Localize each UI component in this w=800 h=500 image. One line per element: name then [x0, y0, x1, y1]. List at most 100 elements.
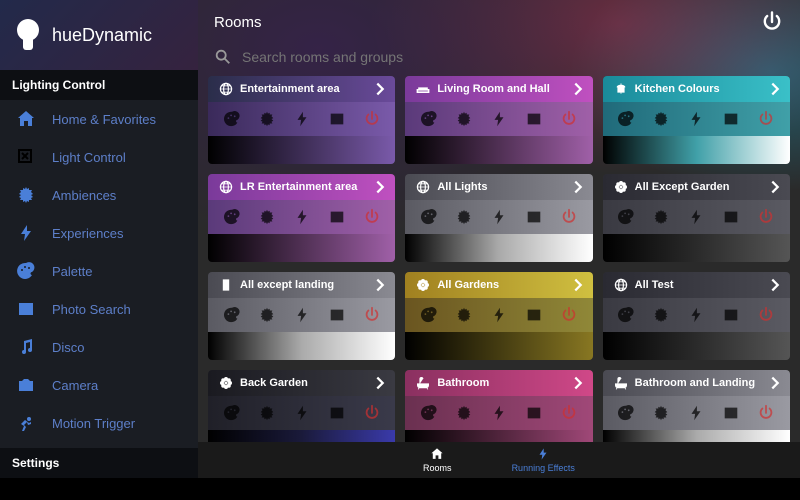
room-header[interactable]: All Test	[603, 272, 790, 298]
recent-button[interactable]	[518, 481, 534, 497]
room-header[interactable]: Back Garden	[208, 370, 395, 396]
power-icon[interactable]	[757, 110, 775, 128]
nav-item-music[interactable]: Disco	[0, 328, 198, 366]
brightness-slider[interactable]	[405, 234, 592, 262]
nav-item-image[interactable]: Photo Search	[0, 290, 198, 328]
brightness-slider[interactable]	[405, 430, 592, 442]
gear-icon[interactable]	[258, 110, 276, 128]
gear-icon[interactable]	[258, 208, 276, 226]
bolt-icon[interactable]	[293, 404, 311, 422]
room-header[interactable]: All Except Garden	[603, 174, 790, 200]
palette-icon[interactable]	[223, 306, 241, 324]
room-header[interactable]: LR Entertainment area	[208, 174, 395, 200]
palette-icon[interactable]	[420, 404, 438, 422]
bolt-icon[interactable]	[687, 208, 705, 226]
room-header[interactable]: All Gardens	[405, 272, 592, 298]
brightness-slider[interactable]	[405, 136, 592, 164]
gear-icon[interactable]	[652, 208, 670, 226]
room-header[interactable]: All Lights	[405, 174, 592, 200]
gear-icon[interactable]	[455, 208, 473, 226]
palette-icon[interactable]	[420, 306, 438, 324]
gear-icon[interactable]	[652, 110, 670, 128]
search-input[interactable]	[242, 49, 784, 65]
brightness-slider[interactable]	[208, 136, 395, 164]
back-button[interactable]	[266, 481, 282, 497]
palette-icon[interactable]	[420, 208, 438, 226]
nav-item-camera[interactable]: Camera	[0, 366, 198, 404]
power-icon[interactable]	[363, 110, 381, 128]
image-icon[interactable]	[525, 306, 543, 324]
bolt-icon[interactable]	[490, 404, 508, 422]
brightness-slider[interactable]	[603, 136, 790, 164]
gear-icon[interactable]	[258, 306, 276, 324]
image-icon[interactable]	[328, 404, 346, 422]
room-header[interactable]: Entertainment area	[208, 76, 395, 102]
palette-icon[interactable]	[617, 208, 635, 226]
power-icon[interactable]	[560, 208, 578, 226]
image-icon[interactable]	[722, 306, 740, 324]
power-icon[interactable]	[363, 208, 381, 226]
nav-item-palette[interactable]: Palette	[0, 252, 198, 290]
search-bar[interactable]	[198, 44, 800, 76]
brightness-slider[interactable]	[208, 332, 395, 360]
power-icon[interactable]	[363, 306, 381, 324]
power-icon[interactable]	[560, 110, 578, 128]
image-icon[interactable]	[525, 110, 543, 128]
power-icon[interactable]	[757, 404, 775, 422]
brightness-slider[interactable]	[603, 332, 790, 360]
bolt-icon[interactable]	[293, 110, 311, 128]
brightness-slider[interactable]	[208, 430, 395, 442]
room-header[interactable]: Bathroom and Landing	[603, 370, 790, 396]
gear-icon[interactable]	[455, 306, 473, 324]
palette-icon[interactable]	[223, 404, 241, 422]
bolt-icon[interactable]	[687, 110, 705, 128]
nav-item-home[interactable]: Home & Favorites	[0, 100, 198, 138]
palette-icon[interactable]	[617, 110, 635, 128]
gear-icon[interactable]	[455, 404, 473, 422]
home-button[interactable]	[392, 481, 408, 497]
gear-icon[interactable]	[652, 404, 670, 422]
nav-item-square-edit[interactable]: Light Control	[0, 138, 198, 176]
palette-icon[interactable]	[617, 404, 635, 422]
bolt-icon[interactable]	[687, 306, 705, 324]
image-icon[interactable]	[722, 110, 740, 128]
room-header[interactable]: Kitchen Colours	[603, 76, 790, 102]
bolt-icon[interactable]	[293, 208, 311, 226]
bolt-icon[interactable]	[490, 306, 508, 324]
power-button[interactable]	[760, 10, 784, 34]
power-icon[interactable]	[757, 208, 775, 226]
room-header[interactable]: Living Room and Hall	[405, 76, 592, 102]
brightness-slider[interactable]	[603, 234, 790, 262]
image-icon[interactable]	[722, 404, 740, 422]
image-icon[interactable]	[525, 208, 543, 226]
nav-item-gear[interactable]: Ambiences	[0, 176, 198, 214]
image-icon[interactable]	[328, 306, 346, 324]
tab-running-effects[interactable]: Running Effects	[512, 447, 575, 473]
bolt-icon[interactable]	[490, 110, 508, 128]
room-header[interactable]: Bathroom	[405, 370, 592, 396]
palette-icon[interactable]	[223, 110, 241, 128]
gear-icon[interactable]	[455, 110, 473, 128]
power-icon[interactable]	[560, 306, 578, 324]
power-icon[interactable]	[757, 306, 775, 324]
bolt-icon[interactable]	[687, 404, 705, 422]
bolt-icon[interactable]	[490, 208, 508, 226]
nav-item-bolt[interactable]: Experiences	[0, 214, 198, 252]
image-icon[interactable]	[328, 208, 346, 226]
palette-icon[interactable]	[420, 110, 438, 128]
gear-icon[interactable]	[652, 306, 670, 324]
palette-icon[interactable]	[617, 306, 635, 324]
bolt-icon[interactable]	[293, 306, 311, 324]
power-icon[interactable]	[363, 404, 381, 422]
image-icon[interactable]	[722, 208, 740, 226]
palette-icon[interactable]	[223, 208, 241, 226]
brightness-slider[interactable]	[405, 332, 592, 360]
room-header[interactable]: All except landing	[208, 272, 395, 298]
tab-rooms[interactable]: Rooms	[423, 447, 452, 473]
brightness-slider[interactable]	[208, 234, 395, 262]
nav-item-run[interactable]: Motion Trigger	[0, 404, 198, 442]
gear-icon[interactable]	[258, 404, 276, 422]
brightness-slider[interactable]	[603, 430, 790, 442]
power-icon[interactable]	[560, 404, 578, 422]
image-icon[interactable]	[525, 404, 543, 422]
